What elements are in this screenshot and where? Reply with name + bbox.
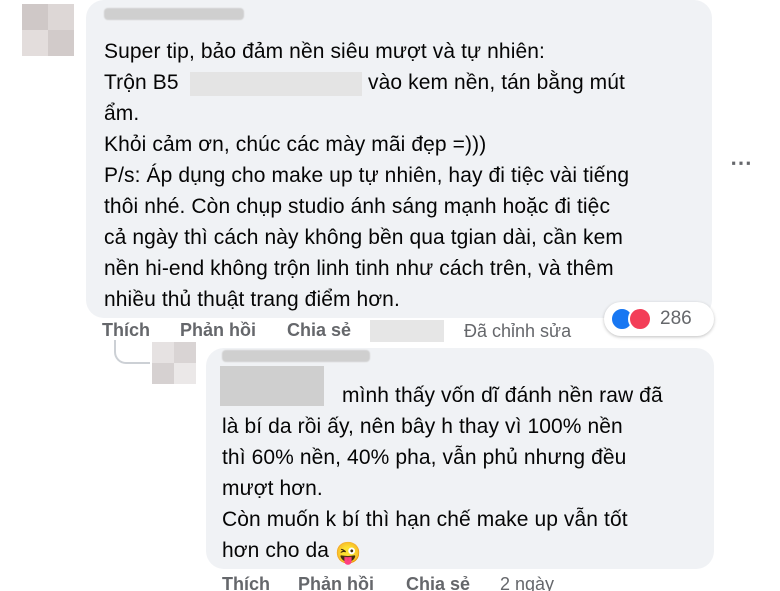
like-button[interactable]: Thích: [102, 320, 150, 341]
comment-line: vào kem nền, tán bằng mút: [368, 71, 625, 94]
thread-connector: [114, 340, 150, 364]
reply-line: mượt hơn.: [222, 477, 323, 500]
more-options-icon[interactable]: ⋯: [730, 150, 753, 176]
reply-line: hơn cho da 😜: [222, 535, 361, 569]
redacted-mention: [220, 366, 324, 406]
avatar[interactable]: [152, 342, 196, 384]
love-reaction-icon: [628, 307, 652, 331]
reply-line: là bí da rồi ấy, nên bây h thay vì 100% …: [222, 415, 623, 438]
comment-thread: Super tip, bảo đảm nền siêu mượt và tự n…: [0, 0, 780, 591]
reply-line-text: hơn cho da: [222, 539, 330, 562]
redacted-timestamp: [370, 320, 444, 342]
reaction-count: 286: [660, 308, 692, 329]
reply-line: thì 60% nền, 40% pha, vẫn phủ nhưng đều: [222, 446, 627, 469]
share-button[interactable]: Chia sẻ: [287, 320, 351, 341]
comment-line: Super tip, bảo đảm nền siêu mượt và tự n…: [104, 40, 545, 63]
comment-line: ẩm.: [104, 102, 140, 125]
reply-button[interactable]: Phản hồi: [298, 574, 374, 591]
comment-line: P/s: Áp dụng cho make up tự nhiên, hay đ…: [104, 164, 630, 187]
comment-line: Khỏi cảm ơn, chúc các mày mãi đẹp =))): [104, 133, 487, 156]
reactions-summary[interactable]: 286: [604, 302, 714, 336]
author-name-redacted[interactable]: [104, 8, 244, 20]
share-button[interactable]: Chia sẻ: [406, 574, 470, 591]
reply-button[interactable]: Phản hồi: [180, 320, 256, 341]
like-button[interactable]: Thích: [222, 574, 270, 591]
reply-line: Còn muốn k bí thì hạn chế make up vẫn tố…: [222, 508, 628, 531]
comment-line: cả ngày thì cách này không bền qua tgian…: [104, 226, 623, 249]
redacted-product-name: [190, 72, 362, 96]
edited-label[interactable]: Đã chỉnh sửa: [464, 321, 571, 342]
avatar[interactable]: [22, 4, 74, 56]
comment-line: Trộn B5: [104, 71, 179, 94]
author-name-redacted[interactable]: [222, 350, 370, 362]
comment-line: thôi nhé. Còn chụp studio ánh sáng mạnh …: [104, 195, 611, 218]
comment-line: nhiều thủ thuật trang điểm hơn.: [104, 288, 400, 311]
timestamp[interactable]: 2 ngày: [500, 574, 554, 591]
reply-line: mình thấy vốn dĩ đánh nền raw đã: [342, 384, 663, 407]
winking-face-emoji-icon: 😜: [334, 542, 362, 565]
comment-line: nền hi-end không trộn linh tinh như cách…: [104, 257, 614, 280]
